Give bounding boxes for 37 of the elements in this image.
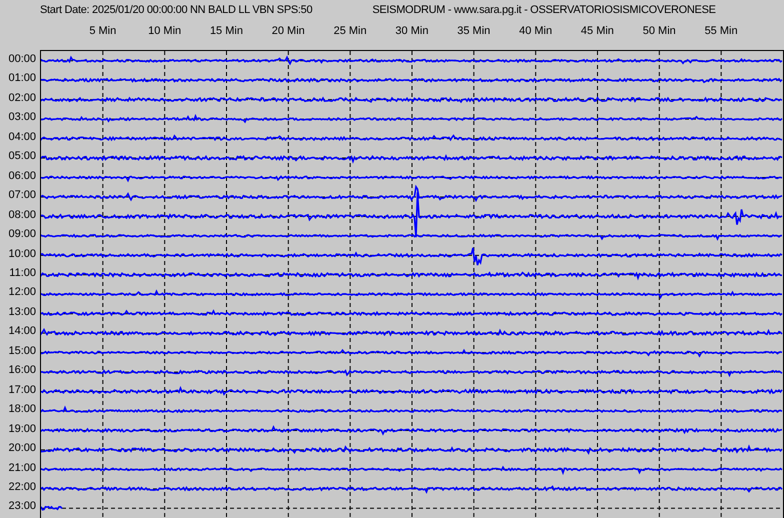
minute-label: 20 Min <box>270 24 306 37</box>
hour-label: 14:00 <box>7 324 37 340</box>
minute-label: 55 Min <box>704 24 739 37</box>
start-info: Start Date: 2025/01/20 00:00:00 NN BALD LL VBN SPS:50 <box>40 4 312 16</box>
hour-label: 08:00 <box>7 208 37 223</box>
hour-label: 19:00 <box>7 422 37 437</box>
hour-label: 15:00 <box>7 344 37 359</box>
hour-label: 07:00 <box>7 188 37 204</box>
hour-label: 12:00 <box>7 285 37 300</box>
hour-label: 18:00 <box>7 402 37 418</box>
minute-label: 40 Min <box>518 24 554 37</box>
hour-label: 17:00 <box>7 382 37 398</box>
hour-label: 21:00 <box>7 460 37 476</box>
hour-label: 20:00 <box>7 441 37 456</box>
minute-label: 35 Min <box>456 24 492 37</box>
minute-label: 5 Min <box>88 24 118 37</box>
minute-label: 15 Min <box>208 24 244 37</box>
hour-label: 00:00 <box>7 52 37 67</box>
minute-label: 30 Min <box>394 24 430 37</box>
hour-label: 06:00 <box>7 168 37 184</box>
hour-label: 02:00 <box>7 90 37 106</box>
hour-label: 04:00 <box>7 130 37 145</box>
hour-label: 03:00 <box>7 110 37 126</box>
hour-label: 16:00 <box>7 363 37 378</box>
hour-label: 01:00 <box>7 71 37 86</box>
station-title: SEISMODRUM - www.sara.pg.it - OSSERVATORIOSISMICOVERONESE <box>372 4 716 16</box>
minute-label: 45 Min <box>580 24 615 37</box>
hour-label: 13:00 <box>7 304 37 320</box>
hour-label: 09:00 <box>7 227 37 242</box>
hour-label: 10:00 <box>7 246 37 262</box>
hour-label: 23:00 <box>7 499 37 514</box>
hour-label: 05:00 <box>7 149 37 164</box>
hour-label: 22:00 <box>7 480 37 495</box>
minute-label: 25 Min <box>332 24 368 37</box>
hour-label: 11:00 <box>8 266 37 281</box>
minute-label: 50 Min <box>642 24 677 37</box>
minute-label: 10 Min <box>147 24 182 37</box>
